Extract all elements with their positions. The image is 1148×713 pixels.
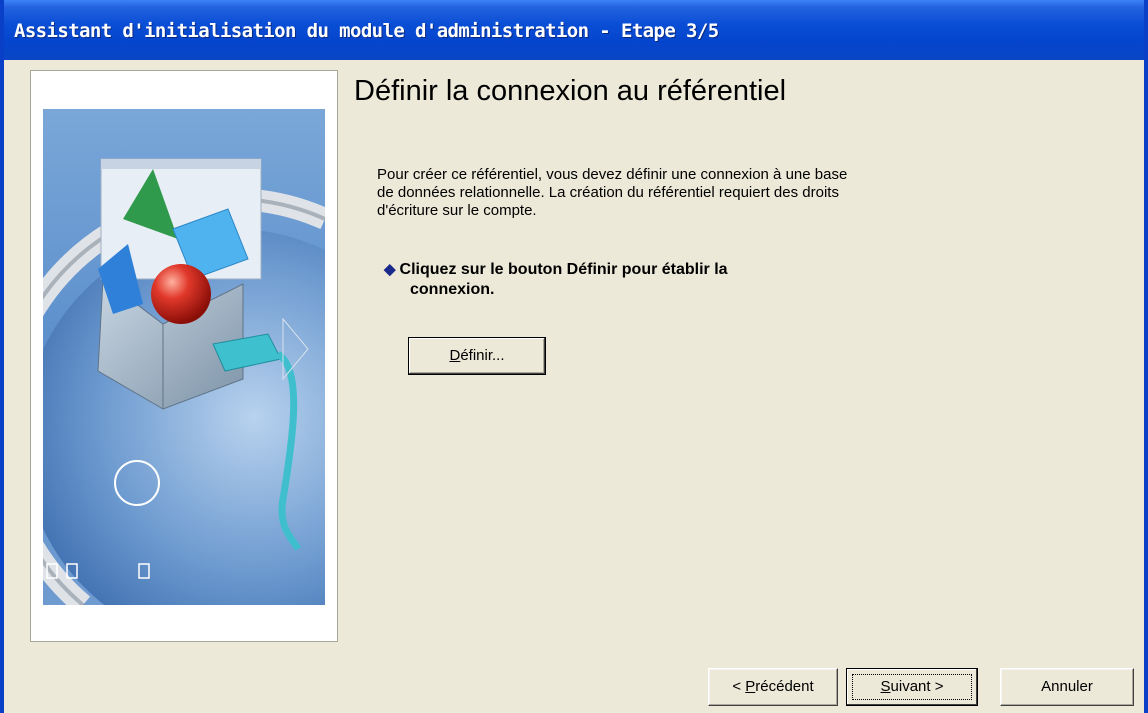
instruction-text: ◆ Cliquez sur le bouton Définir pour étab… [384,260,854,300]
previous-button-label: < Précédent [732,678,813,695]
diamond-bullet-icon: ◆ [384,261,396,278]
instruction-line-1: Cliquez sur le bouton Définir pour établ… [399,261,728,278]
description-text: Pour créer ce référentiel, vous devez dé… [377,166,848,219]
window-title: Assistant d'initialisation du module d'a… [14,20,719,42]
wizard-window: Assistant d'initialisation du module d'a… [0,0,1148,713]
instruction-line-2: connexion. [410,281,495,298]
define-button[interactable]: Définir... [408,337,546,375]
previous-prefix: < [732,678,746,695]
define-button-label: Définir... [449,347,504,364]
cancel-button[interactable]: Annuler [1000,668,1134,706]
next-rest: uivant > [890,678,944,695]
title-bar[interactable]: Assistant d'initialisation du module d'a… [4,0,1144,60]
define-rest: éfinir... [460,347,505,364]
wizard-illustration [43,109,325,605]
cancel-button-label: Annuler [1041,678,1093,695]
define-mnemonic: D [449,347,461,364]
previous-button[interactable]: < Précédent [708,668,838,706]
next-mnemonic: S [880,678,891,695]
wizard-illustration-panel [30,70,338,642]
next-button[interactable]: Suivant > [846,668,978,706]
next-button-label: Suivant > [881,678,944,695]
previous-mnemonic: P [745,678,756,695]
previous-rest: récédent [755,678,814,695]
page-heading: Définir la connexion au référentiel [354,75,787,107]
